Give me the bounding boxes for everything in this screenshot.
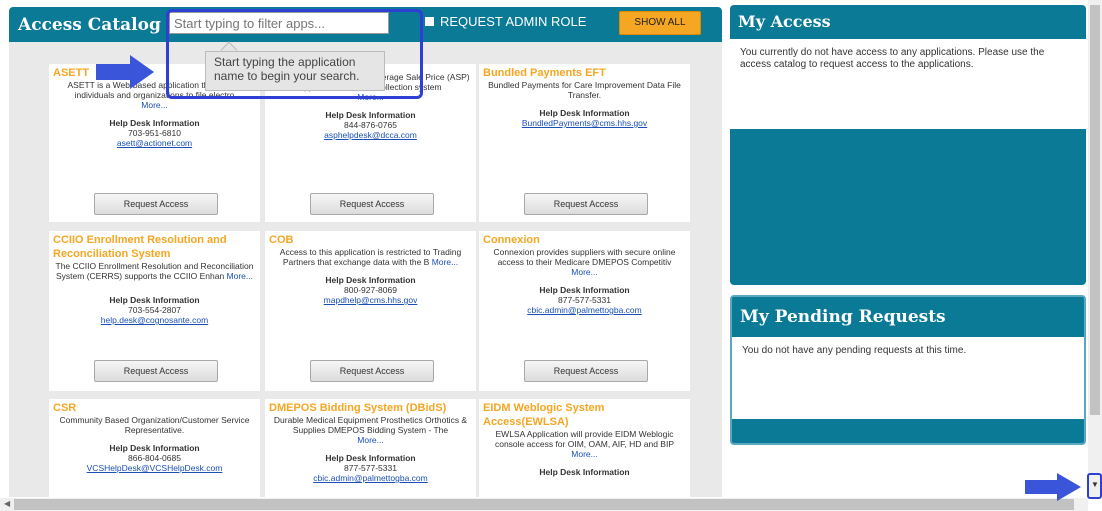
help-desk-title: Help Desk Information: [325, 275, 416, 285]
app-card: Connexion Connexion provides suppliers w…: [479, 231, 690, 391]
my-access-title: My Access: [738, 12, 831, 31]
request-access-button[interactable]: Request Access: [94, 193, 218, 215]
pending-title: My Pending Requests: [740, 307, 946, 327]
help-desk-phone: 877-577-5331: [344, 463, 397, 473]
app-description: The CCIIO Enrollment Resolution and Reco…: [55, 261, 254, 281]
help-desk-phone: 866-804-0685: [128, 453, 181, 463]
request-admin-role-label[interactable]: REQUEST ADMIN ROLE: [440, 14, 586, 29]
app-title[interactable]: Bundled Payments EFT: [479, 64, 690, 80]
vertical-scroll-thumb[interactable]: [1090, 5, 1100, 415]
more-link[interactable]: More...: [357, 435, 383, 445]
help-desk-phone: 844-876-0765: [344, 120, 397, 130]
more-link[interactable]: More...: [571, 449, 597, 459]
help-desk-title: Help Desk Information: [539, 108, 630, 118]
arrow-right-icon: [1025, 473, 1081, 501]
app-card: COB Access to this application is restri…: [265, 231, 476, 391]
request-access-button[interactable]: Request Access: [524, 360, 648, 382]
chevron-down-icon: ▼: [1091, 480, 1099, 489]
more-link[interactable]: More...: [571, 267, 597, 277]
app-title[interactable]: CCIIO Enrollment Resolution and Reconcil…: [49, 231, 260, 261]
app-card: CSR Community Based Organization/Custome…: [49, 399, 260, 497]
more-link[interactable]: More...: [141, 100, 167, 110]
more-link[interactable]: More...: [432, 257, 458, 267]
request-access-button[interactable]: Request Access: [310, 360, 434, 382]
pending-body: You do not have any pending requests at …: [732, 337, 1084, 419]
app-title[interactable]: Connexion: [479, 231, 690, 247]
app-description: Connexion provides suppliers with secure…: [493, 247, 676, 277]
help-desk-phone: 800-927-8069: [344, 285, 397, 295]
my-pending-requests-panel: My Pending Requests You do not have any …: [730, 295, 1086, 445]
catalog-title: Access Catalog: [18, 15, 161, 35]
more-link[interactable]: More...: [227, 271, 253, 281]
help-desk-phone: 703-951-6810: [128, 128, 181, 138]
scroll-left-icon[interactable]: ◀: [4, 499, 10, 508]
show-all-button[interactable]: SHOW ALL: [619, 11, 701, 35]
arrow-right-icon: [96, 55, 154, 89]
app-card: Bundled Payments EFT Bundled Payments fo…: [479, 64, 690, 222]
help-desk-title: Help Desk Information: [539, 285, 630, 295]
help-desk-email[interactable]: help.desk@cognosante.com: [49, 315, 260, 325]
app-description: EWLSA Application will provide EIDM Webl…: [494, 429, 675, 459]
horizontal-scroll-thumb[interactable]: [14, 499, 1074, 510]
app-description: Access to this application is restricted…: [279, 247, 462, 267]
request-access-button[interactable]: Request Access: [310, 193, 434, 215]
help-desk-email[interactable]: asett@actionet.com: [49, 138, 260, 148]
help-desk-title: Help Desk Information: [109, 118, 200, 128]
request-access-button[interactable]: Request Access: [94, 360, 218, 382]
scroll-down-button[interactable]: ▼: [1087, 473, 1102, 499]
app-title[interactable]: EIDM Weblogic System Access(EWLSA): [479, 399, 690, 429]
app-description: Durable Medical Equipment Prosthetics Or…: [273, 415, 468, 445]
help-desk-phone: 703-554-2807: [128, 305, 181, 315]
help-desk-email[interactable]: VCSHelpDesk@VCSHelpDesk.com: [49, 463, 260, 473]
my-access-panel: My Access You currently do not have acce…: [730, 5, 1086, 285]
help-desk-title: Help Desk Information: [109, 443, 200, 453]
help-desk-email[interactable]: asphelpdesk@dcca.com: [265, 130, 476, 140]
app-title[interactable]: COB: [265, 231, 476, 247]
request-access-button[interactable]: Request Access: [524, 193, 648, 215]
app-card: CCIIO Enrollment Resolution and Reconcil…: [49, 231, 260, 391]
help-desk-email[interactable]: BundledPayments@cms.hhs.gov: [479, 118, 690, 128]
page: Access Catalog REQUEST ADMIN ROLE SHOW A…: [0, 0, 1102, 511]
app-card: DMEPOS Bidding System (DBidS) Durable Me…: [265, 399, 476, 497]
help-desk-title: Help Desk Information: [325, 453, 416, 463]
app-card: EIDM Weblogic System Access(EWLSA) EWLSA…: [479, 399, 690, 497]
help-desk-title: Help Desk Information: [539, 467, 630, 477]
app-description: Community Based Organization/Customer Se…: [59, 415, 250, 435]
app-title[interactable]: CSR: [49, 399, 260, 415]
help-desk-title: Help Desk Information: [109, 295, 200, 305]
help-desk-email[interactable]: cbic.admin@palmettogba.com: [265, 473, 476, 483]
app-title[interactable]: DMEPOS Bidding System (DBidS): [265, 399, 476, 415]
help-desk-email[interactable]: mapdhelp@cms.hhs.gov: [265, 295, 476, 305]
help-desk-phone: 877-577-5331: [558, 295, 611, 305]
highlight-frame: [166, 9, 423, 99]
my-access-body: You currently do not have access to any …: [730, 39, 1086, 129]
app-description: Bundled Payments for Care Improvement Da…: [488, 80, 681, 100]
help-desk-title: Help Desk Information: [325, 110, 416, 120]
help-desk-email[interactable]: cbic.admin@palmettogba.com: [479, 305, 690, 315]
request-admin-role-checkbox[interactable]: [425, 17, 434, 26]
